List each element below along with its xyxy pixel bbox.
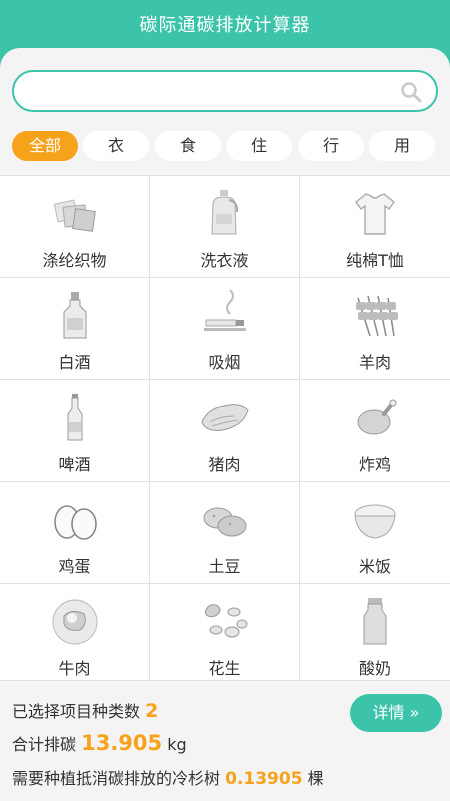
- item-potato[interactable]: 土豆: [150, 482, 300, 584]
- item-label: 白酒: [58, 353, 91, 372]
- item-label: 涤纶织物: [42, 251, 107, 270]
- item-label: 炸鸡: [358, 455, 391, 474]
- selected-summary: 已选择项目种类数 2: [12, 698, 158, 722]
- item-label: 啤酒: [58, 455, 91, 474]
- item-label: 羊肉: [358, 353, 391, 372]
- item-grid: 涤纶织物 洗衣液 纯棉T恤 白酒 吸烟 羊肉 啤酒 猪肉 炸鸡 鸡蛋 土豆 米饭…: [0, 175, 450, 686]
- search-icon[interactable]: [400, 81, 422, 103]
- skewer-icon: [356, 295, 398, 337]
- item-egg[interactable]: 鸡蛋: [0, 482, 150, 584]
- item-mutton[interactable]: 羊肉: [300, 278, 450, 380]
- fabric-icon: [53, 199, 96, 232]
- item-label: 米饭: [358, 557, 391, 576]
- total-label: 合计排碳: [12, 735, 77, 754]
- trees-label: 需要种植抵消碳排放的冷杉树: [12, 769, 221, 788]
- egg-icon: [54, 505, 97, 540]
- item-detergent[interactable]: 洗衣液: [150, 176, 300, 278]
- tab-all[interactable]: 全部: [12, 131, 78, 161]
- total-summary: 合计排碳 13.905 kg: [12, 731, 187, 755]
- summary-footer: 已选择项目种类数 2 合计排碳 13.905 kg 需要种植抵消碳排放的冷杉树 …: [0, 680, 450, 801]
- item-fried-chicken[interactable]: 炸鸡: [300, 380, 450, 482]
- tab-food[interactable]: 食: [155, 131, 221, 161]
- total-value: 13.905: [81, 731, 163, 755]
- tab-use[interactable]: 用: [369, 131, 435, 161]
- tab-clothing[interactable]: 衣: [83, 131, 149, 161]
- category-tabs: 全部 衣 食 住 行 用: [12, 131, 442, 161]
- item-label: 酸奶: [358, 659, 391, 678]
- total-unit: kg: [167, 735, 187, 754]
- fried-chicken-icon: [357, 399, 397, 435]
- item-label: 鸡蛋: [58, 557, 91, 576]
- item-label: 吸烟: [208, 353, 241, 372]
- selected-label: 已选择项目种类数: [12, 702, 141, 721]
- beer-bottle-icon: [67, 394, 83, 441]
- trees-unit: 棵: [307, 769, 324, 788]
- selected-count: 2: [145, 700, 159, 722]
- cigarette-icon: [204, 290, 246, 331]
- item-beer[interactable]: 啤酒: [0, 380, 150, 482]
- tab-transport[interactable]: 行: [298, 131, 364, 161]
- item-peanut[interactable]: 花生: [150, 584, 300, 686]
- item-yogurt[interactable]: 酸奶: [300, 584, 450, 686]
- item-label: 纯棉T恤: [346, 251, 404, 270]
- rice-bowl-icon: [354, 504, 396, 539]
- item-label: 土豆: [208, 557, 241, 576]
- details-button[interactable]: 详情 »: [350, 694, 442, 732]
- yogurt-bottle-icon: [363, 598, 387, 645]
- item-pork[interactable]: 猪肉: [150, 380, 300, 482]
- item-baijiu[interactable]: 白酒: [0, 278, 150, 380]
- item-polyester-fabric[interactable]: 涤纶织物: [0, 176, 150, 278]
- item-beef[interactable]: 牛肉: [0, 584, 150, 686]
- item-label: 牛肉: [58, 659, 91, 678]
- item-label: 猪肉: [208, 455, 241, 474]
- tshirt-icon: [355, 193, 395, 235]
- item-rice[interactable]: 米饭: [300, 482, 450, 584]
- trees-summary: 需要种植抵消碳排放的冷杉树 0.13905 棵: [12, 765, 324, 789]
- item-cotton-tshirt[interactable]: 纯棉T恤: [300, 176, 450, 278]
- trees-value: 0.13905: [225, 769, 303, 789]
- search-input[interactable]: [12, 70, 438, 112]
- item-label: 洗衣液: [200, 251, 249, 270]
- item-smoking[interactable]: 吸烟: [150, 278, 300, 380]
- beef-icon: [52, 599, 98, 645]
- potato-icon: [203, 507, 247, 537]
- pork-icon: [201, 404, 249, 431]
- detergent-bottle-icon: [211, 190, 239, 235]
- item-label: 花生: [208, 659, 241, 678]
- page-title: 碳际通碳排放计算器: [139, 15, 311, 36]
- liquor-bottle-icon: [63, 292, 87, 339]
- tab-housing[interactable]: 住: [226, 131, 292, 161]
- peanut-icon: [204, 604, 248, 638]
